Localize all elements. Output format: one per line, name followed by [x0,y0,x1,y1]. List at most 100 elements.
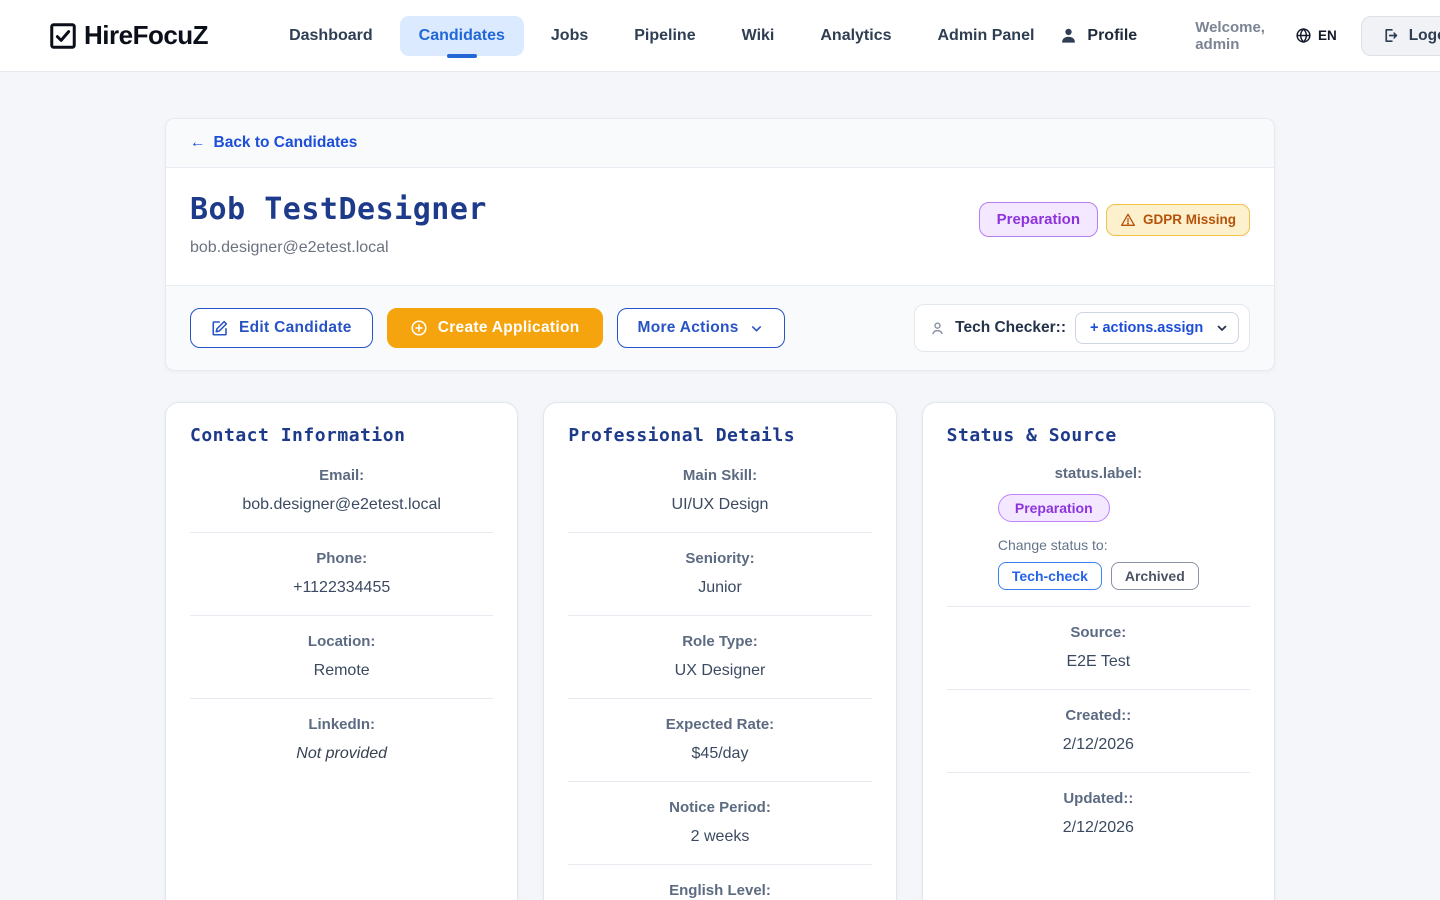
candidate-header-card: ← Back to Candidates Bob TestDesigner bo… [165,118,1275,371]
nav-item-pipeline[interactable]: Pipeline [615,16,714,56]
logout-button[interactable]: Logout [1361,16,1440,56]
status-fields: status.label: Preparation Change status … [947,450,1250,855]
field-label: English Level: [568,882,871,899]
field-role-type: Role Type: UX Designer [568,616,871,699]
edit-candidate-label: Edit Candidate [239,319,352,337]
main-nav: Dashboard Candidates Jobs Pipeline Wiki … [270,16,1053,56]
brand-logo[interactable]: HireFocuZ [48,20,208,51]
candidate-identity: Bob TestDesigner bob.designer@e2etest.lo… [190,192,487,257]
field-label: LinkedIn: [190,716,493,733]
chevron-down-icon [749,321,764,336]
status-card-title: Status & Source [947,425,1250,446]
field-notice-period: Notice Period: 2 weeks [568,782,871,865]
field-label: Seniority: [568,550,871,567]
more-actions-button[interactable]: More Actions [617,308,785,348]
field-label: Email: [190,467,493,484]
person-outline-icon [929,320,946,337]
field-value: 2 weeks [568,828,871,846]
nav-item-profile[interactable]: Profile [1053,16,1143,55]
checkbox-logo-icon [48,21,78,51]
field-value: Junior [568,579,871,597]
contact-information-card: Contact Information Email: bob.designer@… [165,402,518,900]
assign-select[interactable]: + actions.assign [1075,312,1239,344]
field-label: Main Skill: [568,467,871,484]
field-value: 2/12/2026 [947,819,1250,837]
field-location: Location: Remote [190,616,493,699]
navbar-right: Profile Welcome, admin EN Logout [1053,16,1440,56]
field-status: status.label: Preparation Change status … [947,450,1250,607]
field-value: UX Designer [568,662,871,680]
field-english-level: English Level: [568,865,871,900]
field-label: Location: [190,633,493,650]
back-arrow-icon: ← [190,134,206,152]
nav-item-wiki[interactable]: Wiki [723,16,794,56]
field-value: Remote [190,662,493,680]
info-cards: Contact Information Email: bob.designer@… [165,402,1275,900]
status-change-group: Preparation Change status to: Tech-check… [998,494,1199,590]
nav-item-dashboard[interactable]: Dashboard [270,16,392,56]
back-to-candidates-link[interactable]: ← Back to Candidates [190,134,357,152]
nav-item-candidates[interactable]: Candidates [400,16,524,56]
field-expected-rate: Expected Rate: $45/day [568,699,871,782]
nav-item-admin-panel[interactable]: Admin Panel [919,16,1054,56]
field-label: Role Type: [568,633,871,650]
nav-item-jobs[interactable]: Jobs [532,16,607,56]
language-switcher[interactable]: EN [1295,27,1337,44]
status-option-tech-check[interactable]: Tech-check [998,562,1102,590]
field-phone: Phone: +1122334455 [190,533,493,616]
professional-fields: Main Skill: UI/UX Design Seniority: Juni… [568,450,871,900]
action-buttons: Edit Candidate Create Application More A… [190,308,785,348]
field-label: Source: [947,624,1250,641]
welcome-text: Welcome, admin [1195,19,1265,53]
professional-card-title: Professional Details [568,425,871,446]
field-value: E2E Test [947,653,1250,671]
language-code: EN [1318,28,1337,43]
create-application-label: Create Application [438,319,580,337]
field-value: +1122334455 [190,579,493,597]
back-bar: ← Back to Candidates [166,119,1274,168]
field-label: Phone: [190,550,493,567]
field-value: Not provided [190,745,493,763]
field-value: bob.designer@e2etest.local [190,496,493,514]
field-label: Created:: [947,707,1250,724]
tech-checker-label: Tech Checker:: [955,319,1066,337]
profile-label: Profile [1087,27,1137,45]
back-link-label: Back to Candidates [214,134,358,152]
candidate-header-row: Bob TestDesigner bob.designer@e2etest.lo… [166,168,1274,285]
field-source: Source: E2E Test [947,607,1250,690]
field-created: Created:: 2/12/2026 [947,690,1250,773]
status-source-card: Status & Source status.label: Preparatio… [922,402,1275,900]
tech-checker-assign: Tech Checker:: + actions.assign [914,304,1250,352]
status-option-archived[interactable]: Archived [1111,562,1199,590]
more-actions-label: More Actions [638,319,739,337]
field-linkedin: LinkedIn: Not provided [190,699,493,781]
plus-circle-icon [410,319,428,337]
person-icon [1059,26,1078,45]
field-label: Updated:: [947,790,1250,807]
logout-label: Logout [1409,27,1440,45]
create-application-button[interactable]: Create Application [387,308,603,348]
field-value: $45/day [568,745,871,763]
field-label: status.label: [947,465,1250,482]
field-value: 2/12/2026 [947,736,1250,754]
field-value: UI/UX Design [568,496,871,514]
nav-item-analytics[interactable]: Analytics [801,16,910,56]
contact-fields: Email: bob.designer@e2etest.local Phone:… [190,450,493,781]
contact-card-title: Contact Information [190,425,493,446]
action-bar: Edit Candidate Create Application More A… [166,285,1274,370]
logout-icon [1382,27,1399,44]
change-status-label: Change status to: [998,537,1108,553]
candidate-name: Bob TestDesigner [190,192,487,227]
edit-candidate-button[interactable]: Edit Candidate [190,308,373,348]
assign-select-wrap: + actions.assign [1075,312,1239,344]
current-status-pill: Preparation [998,494,1110,522]
field-label: Expected Rate: [568,716,871,733]
candidate-email: bob.designer@e2etest.local [190,239,487,257]
gdpr-badge-label: GDPR Missing [1143,212,1236,227]
field-email: Email: bob.designer@e2etest.local [190,450,493,533]
field-main-skill: Main Skill: UI/UX Design [568,450,871,533]
warning-triangle-icon [1120,212,1136,228]
professional-details-card: Professional Details Main Skill: UI/UX D… [543,402,896,900]
field-updated: Updated:: 2/12/2026 [947,773,1250,855]
status-option-buttons: Tech-check Archived [998,562,1199,590]
